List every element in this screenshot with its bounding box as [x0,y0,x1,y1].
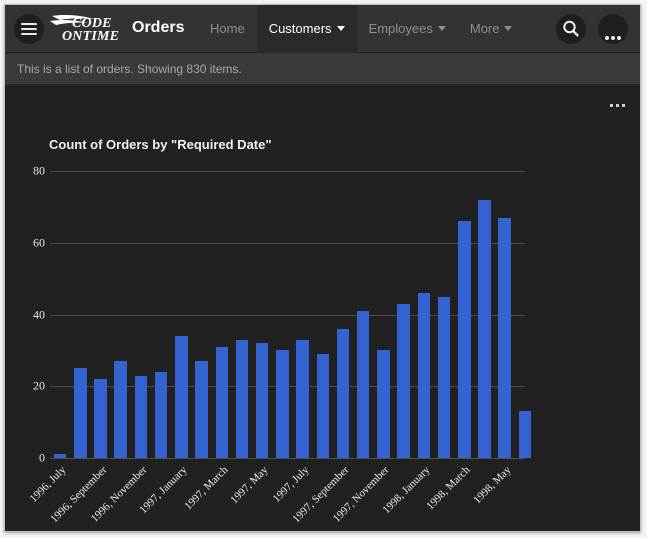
nav-item-home[interactable]: Home [198,5,257,53]
chevron-down-icon [437,26,446,32]
nav-item-label: More [469,21,500,36]
nav-item-customers[interactable]: Customers [256,5,357,53]
nav-item-label: Home [210,21,245,36]
chart-x-axis: 1996, July 1996, September 1996, November 1… [5,86,640,531]
app-logo[interactable]: CODE ONTIME [50,11,128,47]
bar-chart: 0 20 40 60 80 1996, July 1996, September 1996,… [5,86,640,531]
top-navbar: CODE ONTIME Orders Home Customers Employ… [5,5,640,53]
app-window: CODE ONTIME Orders Home Customers Employ… [4,4,641,532]
page-title[interactable]: Orders [132,19,184,37]
chevron-down-icon [504,26,513,32]
chevron-down-icon [336,26,345,32]
description-bar: This is a list of orders. Showing 830 it… [5,53,640,85]
nav-items: Home Customers Employees More [198,5,524,53]
description-text: This is a list of orders. Showing 830 it… [17,62,242,76]
hamburger-menu-icon[interactable] [14,14,44,44]
search-icon [563,20,579,37]
search-button[interactable] [556,14,586,44]
more-options-button[interactable] [598,14,628,44]
nav-item-label: Customers [268,21,332,36]
nav-item-label: Employees [368,21,433,36]
logo-text-ontime: ONTIME [62,29,120,44]
more-options-icon [605,27,621,45]
nav-item-employees[interactable]: Employees [357,5,458,53]
nav-item-more[interactable]: More [458,5,525,53]
chart-panel: Count of Orders by "Required Date" 0 20 40… [5,86,640,531]
